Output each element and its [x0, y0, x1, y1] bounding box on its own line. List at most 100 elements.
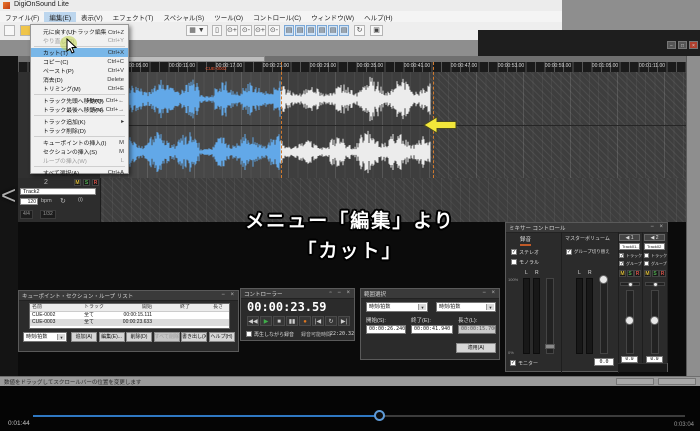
menu-item[interactable]: カット(T)Ctrl+X — [31, 48, 128, 57]
transport-to-start-button[interactable]: |◀ — [312, 316, 324, 326]
cue-unit-select[interactable]: 時刻/拍数▼ — [23, 332, 67, 342]
menu-item[interactable]: 元に戻す(U)トラック編集 Ctrl+Z — [31, 27, 128, 36]
cue-table[interactable]: 名前トラック開始終了長さCUE-0002全て00:00:15.111CUE-00… — [29, 303, 230, 329]
transport-play-button[interactable]: ▶ — [260, 316, 272, 326]
menubar-item[interactable]: ツール(O) — [209, 12, 248, 22]
cue-panel-window-buttons[interactable]: − × — [221, 292, 236, 298]
trash-icon[interactable]: ▯ — [212, 25, 222, 36]
menu-item[interactable]: トラック最後へ移動(N)End, Ctrl+→ — [31, 105, 128, 114]
range-window-buttons[interactable]: − × — [482, 290, 497, 296]
minimize-icon[interactable]: − — [667, 41, 676, 49]
record-while-play-checkbox[interactable] — [246, 331, 252, 337]
menubar-item[interactable]: ウィンドウ(W) — [306, 12, 359, 22]
range-start-field[interactable]: 00:00:26.240 — [366, 325, 406, 334]
menubar-item[interactable]: ファイル(F) — [0, 12, 44, 22]
menu-item[interactable]: トリミング(M)Ctrl+E — [31, 84, 128, 93]
close-icon[interactable]: × — [689, 41, 698, 49]
menu-item[interactable]: トラック追加(K)▸ — [31, 117, 128, 126]
master-value-field[interactable]: 0.0 — [594, 358, 614, 366]
record-fader-handle[interactable] — [545, 344, 555, 349]
previous-chevron[interactable]: < — [1, 180, 16, 210]
monitor-checkbox[interactable]: ✓ — [510, 360, 516, 366]
transport-stop-button[interactable]: ■ — [273, 316, 285, 326]
pan-knob[interactable] — [653, 282, 658, 287]
menu-item[interactable]: 消去(D)Delete — [31, 75, 128, 84]
menubar-item[interactable]: ヘルプ(H) — [359, 12, 398, 22]
mixer-m-button[interactable]: M — [619, 270, 626, 277]
cue-button[interactable]: 編集(E)... — [99, 332, 125, 342]
transport-to-end-button[interactable]: ▶| — [338, 316, 350, 326]
cue-button[interactable]: 追加(A) — [71, 332, 97, 342]
menubar-item[interactable]: 編集(E) — [44, 12, 76, 22]
zoom-in-vertical-icon[interactable]: ⊙+ — [254, 25, 266, 36]
view-toggle-3[interactable]: ▤ — [306, 25, 316, 36]
controller-window-buttons[interactable]: ▫ − × — [330, 290, 352, 296]
mixer-track-knob[interactable] — [650, 316, 659, 325]
menu-item[interactable]: やり直し(R)Ctrl+Y — [31, 36, 128, 45]
menu-item[interactable]: コピー(C)Ctrl+C — [31, 57, 128, 66]
menu-item[interactable]: セクションの挿入(S)M — [31, 147, 128, 156]
master-fader-knob[interactable] — [599, 275, 608, 284]
transport-record-button[interactable]: ● — [299, 316, 311, 326]
mixer-scrollbar[interactable] — [618, 363, 667, 372]
master-fader-track[interactable] — [600, 278, 608, 354]
track-r-button[interactable]: R — [92, 179, 99, 186]
pan-slider[interactable] — [620, 282, 640, 286]
track-m-button[interactable]: M — [74, 179, 81, 186]
menu-item[interactable]: キューポイントの挿入(I)M — [31, 138, 128, 147]
track-s-button[interactable]: S — [83, 179, 90, 186]
mixer-r-button[interactable]: R — [659, 270, 666, 277]
transport-rewind-button[interactable]: ◀◀ — [247, 316, 259, 326]
view-toggle-4[interactable]: ▤ — [317, 25, 327, 36]
tempo-refresh-icon[interactable]: ↻ — [60, 197, 66, 205]
range-end-field[interactable]: 00:00:41.940 — [411, 325, 453, 334]
playhead-marker[interactable] — [281, 62, 282, 178]
new-document-icon[interactable] — [4, 25, 15, 36]
range-unit-select-right[interactable]: 時刻/拍数▼ — [436, 302, 496, 312]
mixer-track-knob[interactable] — [625, 316, 634, 325]
menubar-item[interactable]: スペシャル(S) — [158, 12, 209, 22]
pan-slider[interactable] — [645, 282, 665, 286]
controller-titlebar[interactable]: コントローラー ▫ − × — [241, 289, 354, 299]
mixer-r-button[interactable]: R — [634, 270, 641, 277]
menu-item[interactable]: トラック先頭へ移動(Q)Home, Ctrl+← — [31, 96, 128, 105]
zoom-in-horizontal-icon[interactable]: ⊙+ — [226, 25, 238, 36]
record-fader-track[interactable] — [546, 278, 554, 354]
tempo-field[interactable]: 120 — [20, 198, 38, 205]
menu-item[interactable]: トラック削除(D) — [31, 126, 128, 135]
cue-button[interactable]: 書き出し(X)... — [181, 332, 207, 342]
view-toggle-5[interactable]: ▤ — [328, 25, 338, 36]
pan-knob[interactable] — [628, 282, 633, 287]
view-toggle-6[interactable]: ▤ — [339, 25, 349, 36]
menubar-item[interactable]: 表示(V) — [76, 12, 108, 22]
video-progress-handle[interactable] — [374, 410, 385, 421]
video-progress-track[interactable] — [33, 415, 685, 417]
menubar-item[interactable]: エフェクト(T) — [108, 12, 159, 22]
view-toggle-2[interactable]: ▤ — [295, 25, 305, 36]
cue-panel-titlebar[interactable]: キューポイント・セクション・ループ リスト − × — [19, 291, 238, 301]
track-edit-combo[interactable]: ▦ ▼ — [186, 25, 208, 36]
menu-item[interactable]: すべて選択(A)Ctrl+A — [31, 168, 128, 177]
track-name-field[interactable]: Track2 — [20, 188, 96, 195]
apply-button[interactable]: 適用(A) — [456, 343, 496, 353]
transport-pause-button[interactable]: ▮▮ — [286, 316, 298, 326]
menu-item[interactable]: ループの挿入(W)L — [31, 156, 128, 165]
maximize-icon[interactable]: □ — [678, 41, 687, 49]
mixer-s-button[interactable]: S — [652, 270, 659, 277]
zoom-out-vertical-icon[interactable]: ⊙- — [268, 25, 280, 36]
cue-table-row[interactable]: CUE-0002全て00:00:15.111 — [30, 312, 229, 319]
range-unit-select-left[interactable]: 時刻/拍数▼ — [366, 302, 428, 312]
cue-table-row[interactable]: CUE-0003全て00:00:23.633 — [30, 319, 229, 326]
zoom-out-horizontal-icon[interactable]: ⊙- — [240, 25, 252, 36]
monitor-icon[interactable]: ▣ — [370, 25, 383, 36]
mixer-m-button[interactable]: M — [644, 270, 651, 277]
view-toggle-1[interactable]: ▤ — [284, 25, 294, 36]
refresh-icon[interactable]: ↻ — [354, 25, 365, 36]
track-info-icon[interactable]: (i) — [78, 197, 83, 203]
range-titlebar[interactable]: 範囲選択 − × — [361, 289, 499, 299]
mixer-s-button[interactable]: S — [627, 270, 634, 277]
mixer-track-value[interactable]: 0.0 — [646, 356, 663, 363]
cue-button[interactable]: ヘルプ(H) — [209, 332, 235, 342]
menubar-item[interactable]: コントロール(C) — [248, 12, 306, 22]
transport-loop-button[interactable]: ↻ — [325, 316, 337, 326]
